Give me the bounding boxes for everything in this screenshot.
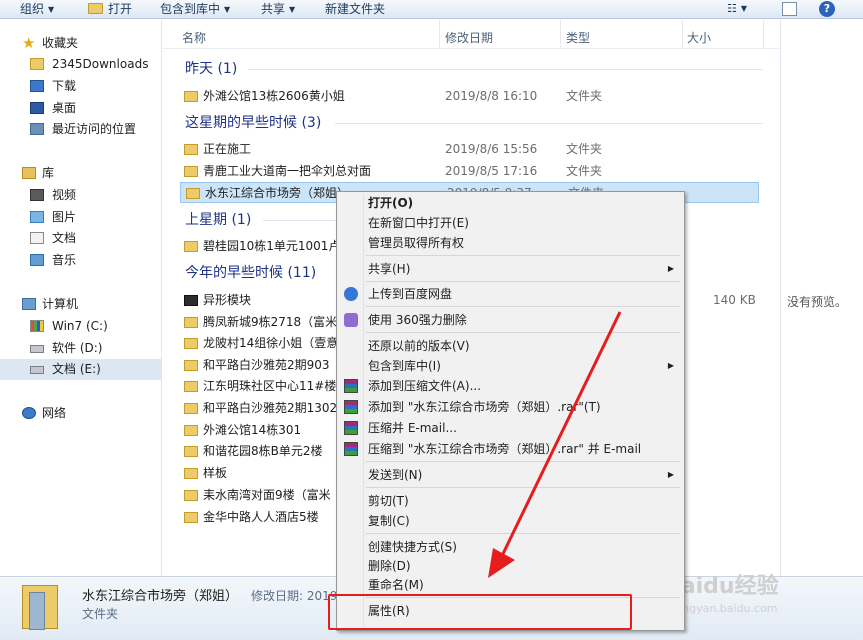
annotation-highlight-box: [328, 594, 632, 630]
annotation-arrow: [488, 311, 622, 578]
